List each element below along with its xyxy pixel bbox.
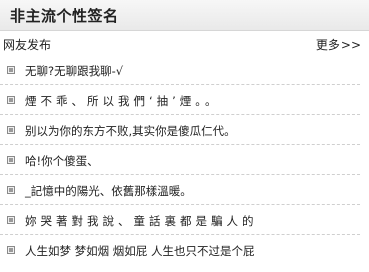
list-item-text[interactable]: 哈!你个傻蛋、 — [25, 153, 99, 169]
list-item[interactable]: 无聊?无聊跟我聊-√ — [0, 55, 360, 85]
section-title: 非主流个性签名 — [10, 7, 119, 25]
list-item-text[interactable]: 妳哭著對我說、童話裏都是騙人的 — [25, 213, 258, 229]
list-item-text[interactable]: 别以为你的东方不败,其实你是傻瓜仁代。 — [25, 123, 236, 139]
bullet-icon — [7, 216, 15, 224]
list-item[interactable]: 妳哭著對我說、童話裏都是騙人的 — [0, 205, 360, 235]
list-item-text[interactable]: _記憶中的陽光、依舊那樣溫暖。 — [25, 183, 192, 199]
bullet-icon — [7, 66, 15, 74]
tab-user-posts[interactable]: 网友发布 — [3, 36, 51, 53]
bullet-icon — [7, 156, 15, 164]
signature-list: 无聊?无聊跟我聊-√ 煙不乖、所以我們‘抽’煙。。 别以为你的东方不败,其实你是… — [0, 55, 360, 265]
list-item[interactable]: 别以为你的东方不败,其实你是傻瓜仁代。 — [0, 115, 360, 145]
more-link[interactable]: 更多>> — [316, 36, 361, 53]
double-chevron-right-icon: >> — [340, 38, 361, 52]
bullet-icon — [7, 186, 15, 194]
list-item-text[interactable]: 无聊?无聊跟我聊-√ — [25, 63, 123, 79]
bullet-icon — [7, 96, 15, 104]
sub-bar: 网友发布 更多>> — [0, 31, 369, 53]
bullet-icon — [7, 126, 15, 134]
list-item-text[interactable]: 人生如梦 梦如烟 烟如屁 人生也只不过是个屁 — [25, 243, 254, 259]
bullet-icon — [7, 246, 15, 254]
list-item[interactable]: 煙不乖、所以我們‘抽’煙。。 — [0, 85, 360, 115]
list-item[interactable]: _記憶中的陽光、依舊那樣溫暖。 — [0, 175, 360, 205]
list-item-text[interactable]: 煙不乖、所以我們‘抽’煙。。 — [25, 93, 221, 109]
section-header: 非主流个性签名 — [0, 0, 369, 31]
list-item[interactable]: 人生如梦 梦如烟 烟如屁 人生也只不过是个屁 — [0, 235, 360, 265]
list-item[interactable]: 哈!你个傻蛋、 — [0, 145, 360, 175]
more-label: 更多 — [315, 38, 340, 52]
